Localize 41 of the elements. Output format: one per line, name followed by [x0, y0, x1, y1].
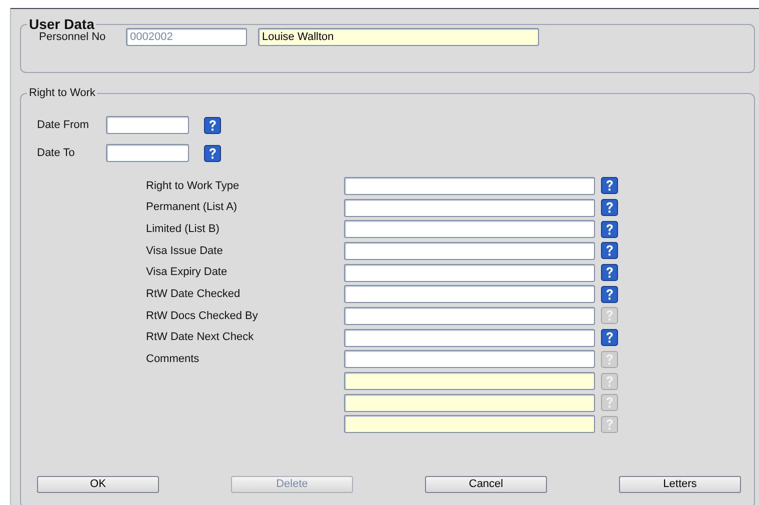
- help-icon[interactable]: [601, 199, 618, 216]
- group-title: Right to Work: [28, 88, 96, 99]
- help-icon[interactable]: [601, 264, 618, 282]
- text-field[interactable]: [344, 242, 595, 260]
- field-label: Comments: [146, 352, 200, 368]
- text-field[interactable]: [344, 176, 595, 195]
- text-field[interactable]: [344, 328, 595, 347]
- help-icon[interactable]: [601, 220, 618, 238]
- field-label: Right to Work Type: [146, 178, 240, 194]
- field-label: RtW Docs Checked By: [146, 308, 259, 324]
- text-field[interactable]: [344, 415, 595, 434]
- help-icon[interactable]: [601, 286, 618, 303]
- text-field[interactable]: [344, 394, 595, 412]
- field-label: Limited (List B): [146, 222, 220, 237]
- action-button[interactable]: Letters: [619, 476, 741, 493]
- help-icon[interactable]: [204, 116, 221, 134]
- date-field[interactable]: [106, 144, 189, 162]
- text-field[interactable]: [344, 198, 595, 217]
- help-icon[interactable]: [601, 242, 618, 260]
- field-label: Permanent (List A): [146, 200, 238, 216]
- field-label: Personnel No: [39, 30, 107, 45]
- help-icon[interactable]: [601, 177, 618, 194]
- field-label: Visa Expiry Date: [146, 265, 228, 280]
- text-field[interactable]: [344, 285, 595, 304]
- action-button[interactable]: OK: [37, 476, 159, 493]
- text-field[interactable]: [344, 220, 595, 238]
- help-icon[interactable]: [204, 144, 221, 162]
- text-field[interactable]: [344, 372, 595, 390]
- text-field[interactable]: [344, 350, 595, 368]
- field-label: Visa Issue Date: [146, 244, 224, 259]
- field-label: Date To: [37, 146, 76, 161]
- text-field[interactable]: [344, 306, 595, 325]
- group-title: User Data: [28, 17, 96, 31]
- date-field[interactable]: [106, 116, 189, 134]
- action-button[interactable]: Cancel: [425, 476, 547, 493]
- field-label: RtW Date Next Check: [146, 330, 255, 346]
- help-icon[interactable]: [601, 329, 618, 346]
- name-field[interactable]: Louise Wallton: [258, 28, 539, 46]
- field-label: RtW Date Checked: [146, 287, 242, 302]
- field-label: Date From: [37, 118, 90, 133]
- text-field[interactable]: [344, 264, 595, 282]
